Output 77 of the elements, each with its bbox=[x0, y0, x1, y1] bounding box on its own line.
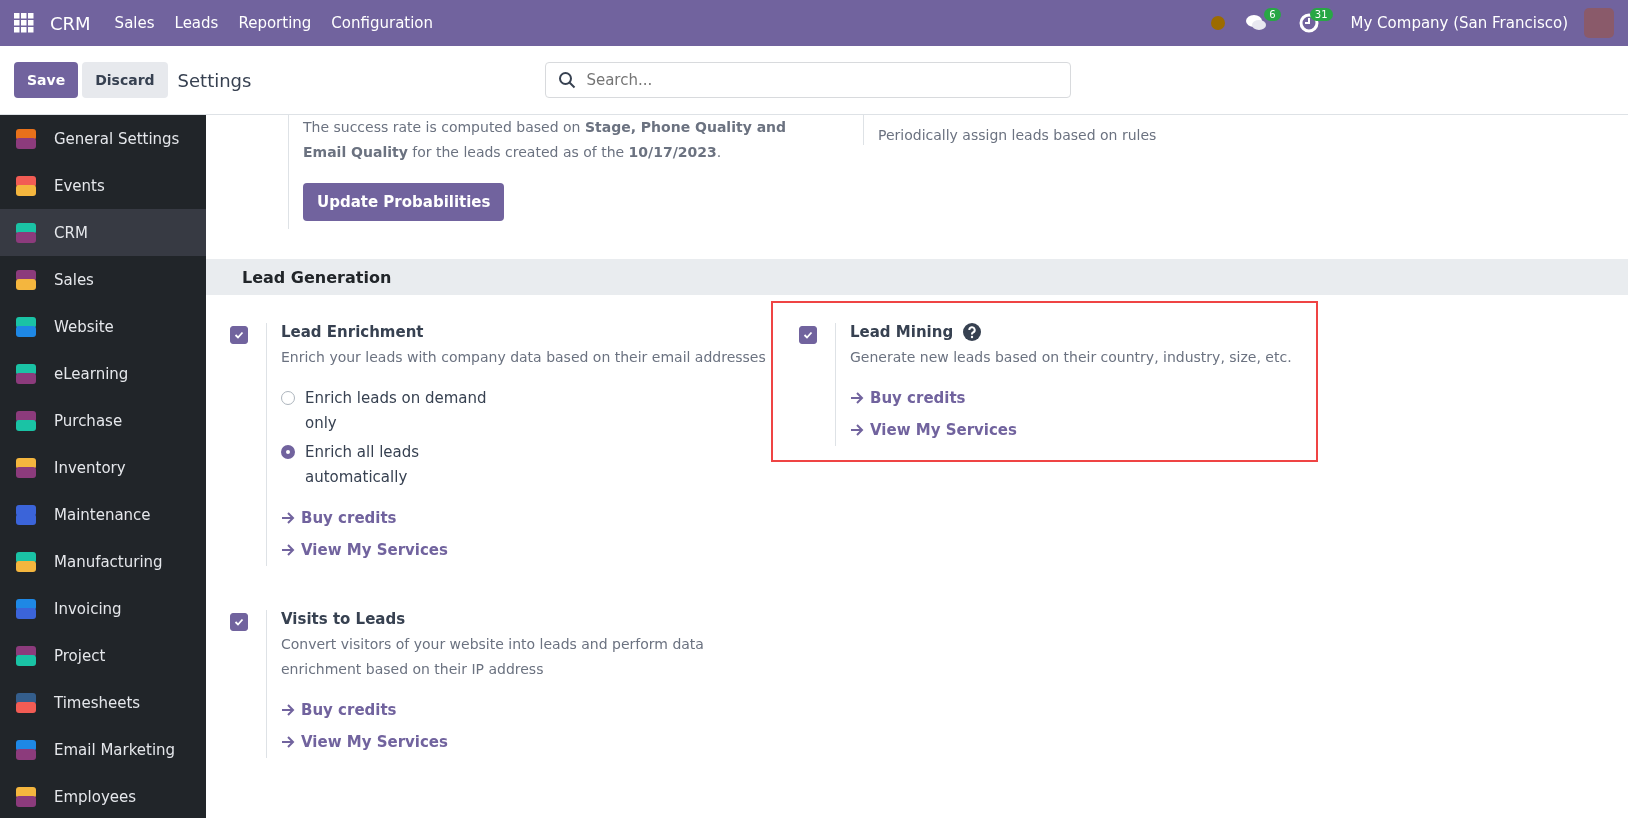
sidebar-item[interactable]: Sales bbox=[0, 256, 206, 303]
checkbox[interactable] bbox=[230, 613, 248, 631]
radio-option[interactable]: Enrich leads on demand only bbox=[281, 386, 491, 436]
setting-description: Generate new leads based on their country, industry, size, etc. bbox=[850, 348, 1292, 367]
checkbox[interactable] bbox=[799, 326, 817, 344]
sidebar-item[interactable]: Project bbox=[0, 632, 206, 679]
setting-description: Periodically assign leads based on rules bbox=[878, 126, 1157, 145]
save-button[interactable]: Save bbox=[14, 62, 79, 98]
search-field[interactable]: Search... bbox=[545, 62, 1072, 98]
page-title: Settings bbox=[177, 69, 252, 91]
link[interactable]: Buy credits bbox=[850, 382, 1292, 414]
arrow-icon bbox=[281, 512, 295, 524]
sidebar-item[interactable]: eLearning bbox=[0, 350, 206, 397]
link[interactable]: View My Services bbox=[281, 534, 766, 566]
sidebar-item[interactable]: Events bbox=[0, 162, 206, 209]
app-icon bbox=[14, 126, 38, 151]
app-icon bbox=[14, 455, 38, 480]
app-icon bbox=[14, 737, 38, 762]
app-name[interactable]: CRM bbox=[50, 12, 91, 34]
link[interactable]: View My Services bbox=[281, 726, 771, 758]
sidebar-item[interactable]: Email Marketing bbox=[0, 726, 206, 773]
sidebar-item[interactable]: Employees bbox=[0, 773, 206, 818]
link[interactable]: Buy credits bbox=[281, 502, 766, 534]
app-icon bbox=[14, 267, 38, 292]
app-icon bbox=[14, 220, 38, 245]
discard-button[interactable]: Discard bbox=[82, 62, 168, 98]
link[interactable]: View My Services bbox=[850, 414, 1292, 446]
sidebar-item[interactable]: General Settings bbox=[0, 115, 206, 162]
app-icon bbox=[14, 502, 38, 527]
sidebar-item[interactable]: Inventory bbox=[0, 444, 206, 491]
sidebar-item[interactable]: Timesheets bbox=[0, 679, 206, 726]
setting-description: Enrich your leads with company data based on their email addresses bbox=[281, 348, 766, 367]
arrow-icon bbox=[281, 704, 295, 716]
check-icon bbox=[803, 330, 813, 340]
company-switcher[interactable]: My Company (San Francisco) bbox=[1350, 14, 1568, 32]
app-icon bbox=[14, 361, 38, 386]
menu-item[interactable]: Configuration bbox=[331, 14, 434, 32]
app-icon bbox=[14, 784, 38, 809]
setting-description: Convert visitors of your website into leads and perform data enrichment based on their IP address bbox=[281, 635, 705, 679]
sidebar-item[interactable]: Purchase bbox=[0, 397, 206, 444]
menu-item[interactable]: Sales bbox=[114, 14, 155, 32]
arrow-icon bbox=[850, 424, 864, 436]
app-icon bbox=[14, 549, 38, 574]
app-icon bbox=[14, 314, 38, 339]
message-count: 6 bbox=[1264, 8, 1281, 21]
checkbox[interactable] bbox=[230, 326, 248, 344]
radio-option[interactable]: Enrich all leads automatically bbox=[281, 440, 491, 490]
setting-title: Lead Enrichment bbox=[281, 323, 425, 341]
sidebar-item[interactable]: Invoicing bbox=[0, 585, 206, 632]
section-title: Lead Generation bbox=[242, 267, 392, 287]
menu-item[interactable]: Leads bbox=[174, 14, 219, 32]
check-icon bbox=[234, 617, 244, 627]
chat-icon[interactable] bbox=[1244, 13, 1267, 33]
update-probabilities-button[interactable]: Update Probabilities bbox=[303, 183, 505, 221]
arrow-icon bbox=[850, 392, 864, 404]
sidebar-item[interactable]: Maintenance bbox=[0, 491, 206, 538]
apps-menu-icon[interactable] bbox=[14, 13, 34, 33]
help-icon[interactable] bbox=[963, 323, 982, 341]
setting-description: The success rate is computed based on Stage, Phone Quality and Email Quality for the leads created as of the 10/17/2023. bbox=[303, 118, 788, 162]
setting-title: Visits to Leads bbox=[281, 610, 407, 628]
app-icon bbox=[14, 596, 38, 621]
check-icon bbox=[234, 330, 244, 340]
app-icon bbox=[14, 690, 38, 715]
app-icon bbox=[14, 643, 38, 668]
sidebar-item[interactable]: Website bbox=[0, 303, 206, 350]
app-icon bbox=[14, 173, 38, 198]
sidebar-item[interactable]: Manufacturing bbox=[0, 538, 206, 585]
app-icon bbox=[14, 408, 38, 433]
menu-item[interactable]: Reporting bbox=[238, 14, 312, 32]
arrow-icon bbox=[281, 544, 295, 556]
sidebar-item[interactable]: CRM bbox=[0, 209, 206, 256]
activity-count: 31 bbox=[1309, 8, 1333, 21]
link[interactable]: Buy credits bbox=[281, 694, 771, 726]
status-dot[interactable] bbox=[1210, 16, 1225, 30]
setting-title: Lead Mining bbox=[850, 323, 1292, 341]
arrow-icon bbox=[281, 736, 295, 748]
search-icon bbox=[558, 71, 577, 89]
